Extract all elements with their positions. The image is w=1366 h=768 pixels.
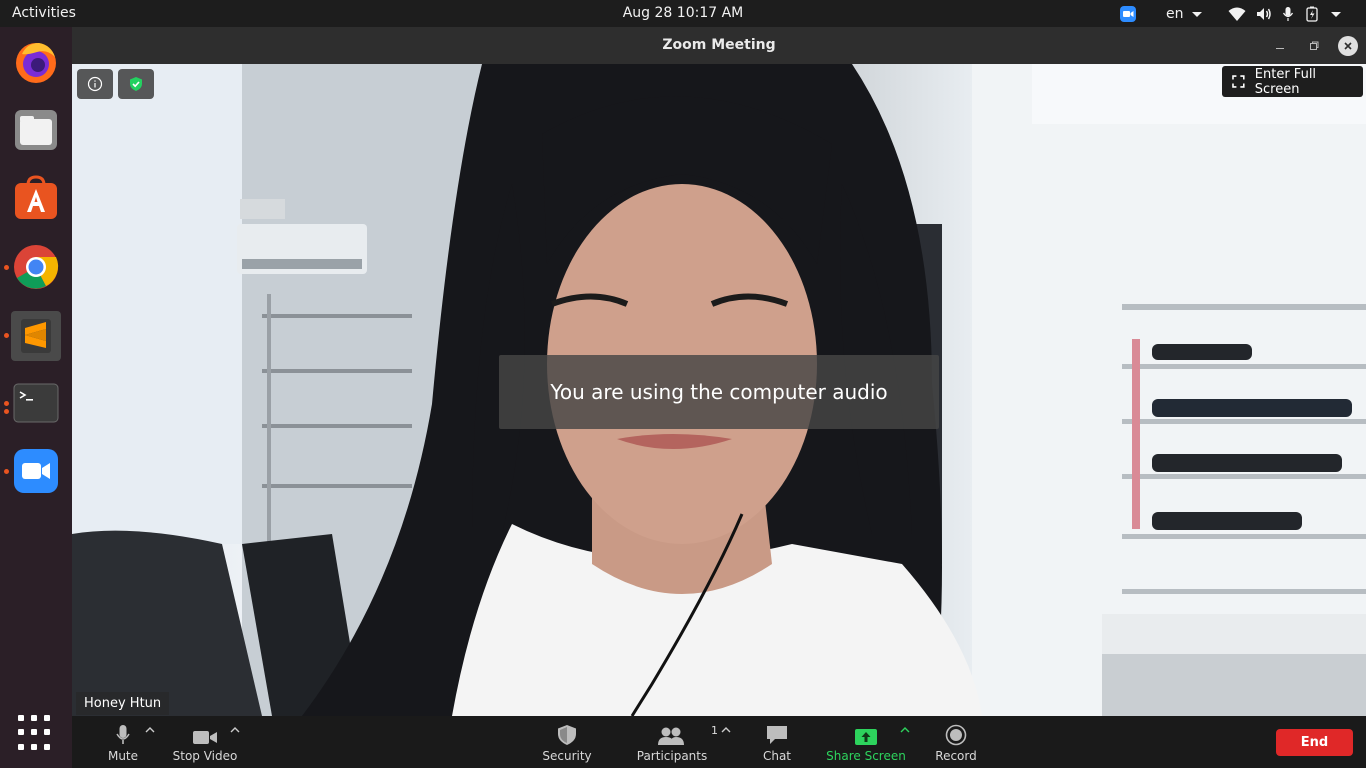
software-center-icon xyxy=(15,175,57,219)
enter-full-screen-label: Enter Full Screen xyxy=(1254,66,1317,97)
mute-label: Mute xyxy=(107,749,139,763)
end-meeting-button[interactable]: End xyxy=(1276,729,1353,756)
participants-button[interactable]: 1 Participants xyxy=(635,716,718,768)
system-menu[interactable] xyxy=(1228,0,1342,27)
clock-label[interactable]: Aug 28 10:17 AM xyxy=(623,5,744,21)
dock-zoom[interactable] xyxy=(12,447,60,495)
chat-icon xyxy=(767,726,787,744)
enter-full-screen-button[interactable]: Enter Full Screen xyxy=(1222,66,1363,97)
chevron-up-icon xyxy=(230,727,240,733)
close-icon xyxy=(1344,42,1352,50)
expand-icon xyxy=(1232,75,1245,88)
record-label: Record xyxy=(935,749,977,763)
chrome-icon xyxy=(14,245,59,289)
dock-firefox[interactable] xyxy=(12,38,60,86)
volume-icon xyxy=(1257,7,1271,20)
security-button[interactable]: Security xyxy=(539,716,595,768)
participant-name-tag: Honey Htun xyxy=(76,692,170,715)
participants-icon xyxy=(658,727,684,745)
show-applications-icon[interactable] xyxy=(18,715,54,751)
system-top-bar: Activities Aug 28 10:17 AM en xyxy=(0,0,1366,27)
stop-video-label: Stop Video xyxy=(172,749,238,763)
running-indicator xyxy=(4,401,9,406)
zoom-tray-icon[interactable] xyxy=(1119,0,1137,27)
chevron-down-icon xyxy=(1191,11,1202,17)
info-icon xyxy=(87,76,103,92)
encryption-button[interactable] xyxy=(118,69,154,99)
close-button[interactable] xyxy=(1338,36,1358,56)
participants-options-caret[interactable] xyxy=(721,726,731,737)
running-indicator xyxy=(4,265,9,270)
participants-label: Participants xyxy=(636,749,708,763)
share-screen-icon xyxy=(855,729,877,745)
microphone-icon xyxy=(116,725,130,744)
share-options-caret[interactable] xyxy=(900,726,910,737)
restore-icon xyxy=(1310,41,1319,50)
meeting-toolbar: Mute Stop Video Security 1 Participants … xyxy=(72,716,1366,768)
dock-software[interactable] xyxy=(12,174,60,222)
meeting-info-button[interactable] xyxy=(77,69,113,99)
stop-video-button[interactable]: Stop Video xyxy=(170,716,240,768)
record-button[interactable]: Record xyxy=(932,716,980,768)
video-options-caret[interactable] xyxy=(230,726,240,737)
dock-files[interactable] xyxy=(12,106,60,154)
running-indicator xyxy=(4,333,9,338)
chevron-up-icon xyxy=(900,727,910,733)
dock-sublime[interactable] xyxy=(11,311,61,361)
dock xyxy=(0,27,72,768)
maximize-button[interactable] xyxy=(1304,36,1324,56)
chevron-up-icon xyxy=(145,727,155,733)
microphone-icon xyxy=(1282,6,1294,21)
chat-label: Chat xyxy=(762,749,792,763)
battery-icon xyxy=(1306,6,1318,22)
language-label: en xyxy=(1166,5,1184,22)
running-indicator xyxy=(4,469,9,474)
audio-notification: You are using the computer audio xyxy=(499,355,939,429)
share-screen-button[interactable]: Share Screen xyxy=(824,716,908,768)
audio-options-caret[interactable] xyxy=(145,726,155,737)
minimize-icon xyxy=(1276,48,1284,49)
dock-terminal[interactable] xyxy=(12,379,60,427)
record-icon xyxy=(945,724,967,746)
firefox-icon xyxy=(16,43,56,83)
sublime-text-icon xyxy=(21,319,51,353)
security-label: Security xyxy=(542,749,592,763)
window-titlebar[interactable]: Zoom Meeting xyxy=(72,27,1366,64)
shield-icon xyxy=(558,725,576,745)
chevron-up-icon xyxy=(721,727,731,733)
video-camera-icon xyxy=(193,731,217,744)
wifi-icon xyxy=(1228,7,1246,21)
files-icon xyxy=(15,110,57,150)
shield-check-icon xyxy=(130,77,142,91)
participants-count: 1 xyxy=(711,724,718,737)
chevron-down-icon xyxy=(1331,11,1341,17)
share-screen-label: Share Screen xyxy=(826,749,906,763)
input-language-menu[interactable]: en xyxy=(1166,0,1204,27)
audio-notification-text: You are using the computer audio xyxy=(550,380,888,404)
dock-chrome[interactable] xyxy=(12,243,60,291)
running-indicator xyxy=(4,409,9,414)
clock: Aug 28 10:17 AM xyxy=(0,5,1366,21)
chat-button[interactable]: Chat xyxy=(757,716,797,768)
terminal-icon xyxy=(13,383,59,423)
mute-button[interactable]: Mute xyxy=(105,716,141,768)
zoom-icon xyxy=(14,449,58,493)
activities-button[interactable]: Activities xyxy=(12,5,76,21)
minimize-button[interactable] xyxy=(1270,36,1290,56)
window-title: Zoom Meeting xyxy=(662,37,776,53)
